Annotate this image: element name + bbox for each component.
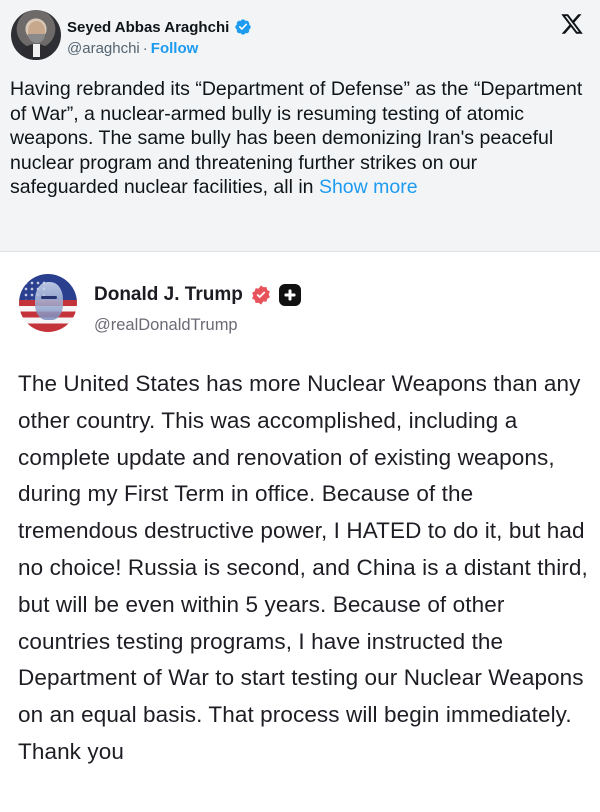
avatar[interactable] <box>11 10 61 60</box>
author-handle[interactable]: @araghchi <box>67 40 140 57</box>
author-name[interactable]: Seyed Abbas Araghchi <box>67 19 229 36</box>
embedded-post-image[interactable]: Donald J. Trump @realDonaldTrump The Uni… <box>0 251 600 812</box>
embedded-author-name: Donald J. Trump <box>94 284 243 305</box>
follow-button[interactable]: Follow <box>151 40 199 57</box>
handle-row: @araghchi · Follow <box>67 40 198 57</box>
embedded-author-handle: @realDonaldTrump <box>94 316 238 334</box>
embedded-post-text: The United States has more Nuclear Weapo… <box>18 371 588 764</box>
tweet-card: Seyed Abbas Araghchi @araghchi · Follow … <box>0 0 600 248</box>
show-more-link[interactable]: Show more <box>319 176 418 198</box>
plus-icon <box>278 284 301 306</box>
x-logo-icon[interactable] <box>560 12 584 36</box>
avatar <box>19 274 77 332</box>
tweet-text: Having rebranded its “Department of Defe… <box>10 77 590 200</box>
verified-badge-icon <box>251 285 270 305</box>
embedded-author-row: Donald J. Trump <box>94 284 301 306</box>
separator: · <box>142 40 148 57</box>
verified-badge-icon <box>235 19 251 35</box>
tweet-body: Having rebranded its “Department of Defe… <box>10 78 583 199</box>
author-row: Seyed Abbas Araghchi <box>67 16 252 38</box>
